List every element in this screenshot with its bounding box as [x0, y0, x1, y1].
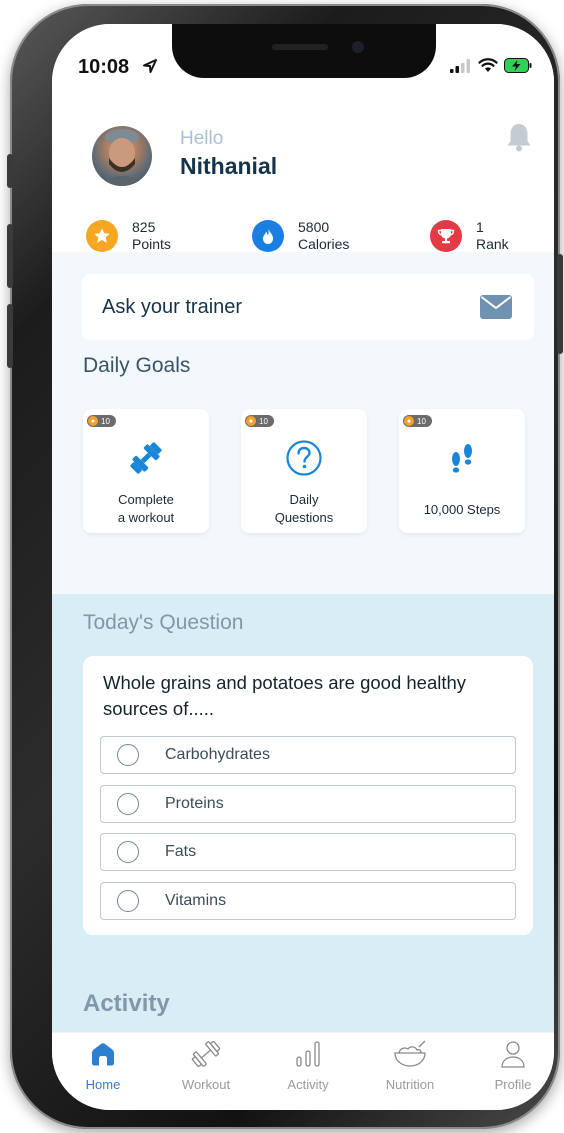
question-icon	[286, 440, 322, 476]
footsteps-icon	[452, 444, 472, 473]
tab-label: Home	[85, 1077, 121, 1092]
trophy-icon	[430, 220, 462, 252]
volume-up-button	[7, 224, 13, 288]
user-name: Nithanial	[180, 153, 278, 179]
tab-nutrition[interactable]: Nutrition	[365, 1039, 455, 1092]
goal-label-line1: 10,000 Steps	[423, 502, 501, 517]
goal-points-badge: ● 10	[245, 415, 274, 427]
rank-value: 1	[476, 219, 484, 235]
goal-label-line2: a workout	[117, 510, 175, 525]
daily-goals-title: Daily Goals	[83, 354, 191, 377]
calories-label: Calories	[298, 236, 350, 252]
goal-label-line1: Daily	[289, 492, 319, 507]
status-icons	[450, 58, 532, 73]
wifi-icon	[478, 58, 498, 72]
volume-down-button	[7, 304, 13, 368]
app-screen: 10:08 Hello Nithanial 825 Points 5800 Ca…	[52, 24, 554, 1110]
tab-workout[interactable]: Workout	[161, 1039, 251, 1092]
front-camera	[352, 41, 364, 53]
radio-icon[interactable]	[117, 793, 139, 815]
answer-label: Fats	[165, 843, 197, 860]
tab-label: Workout	[181, 1077, 231, 1092]
answer-label: Vitamins	[165, 892, 227, 909]
stat-points: 825 Points	[86, 218, 171, 254]
dumbbell-icon	[191, 1040, 221, 1068]
silent-switch	[7, 154, 13, 188]
home-icon	[92, 1043, 114, 1066]
rank-label: Rank	[476, 236, 509, 252]
star-icon	[86, 220, 118, 252]
dumbbell-icon	[130, 442, 162, 474]
cellular-signal-icon	[450, 58, 470, 73]
bowl-icon	[394, 1040, 426, 1067]
phone-frame: 10:08 Hello Nithanial 825 Points 5800 Ca…	[7, 4, 563, 1129]
bar-chart-icon	[296, 1041, 320, 1067]
points-label: Points	[132, 236, 171, 252]
goal-label-line2: Questions	[274, 510, 334, 525]
goal-card-workout[interactable]: ● 10 Complete a workout	[83, 409, 209, 533]
question-text: Whole grains and potatoes are good healt…	[103, 672, 467, 719]
todays-question-title: Today's Question	[83, 611, 244, 634]
goal-points-badge: ● 10	[403, 415, 432, 427]
answer-label: Proteins	[165, 795, 224, 812]
person-icon	[501, 1041, 525, 1068]
tab-label: Activity	[287, 1077, 329, 1092]
calories-value: 5800	[298, 219, 330, 235]
avatar[interactable]	[92, 126, 152, 186]
tab-profile[interactable]: Profile	[468, 1039, 554, 1092]
speaker-grille	[272, 44, 328, 50]
location-arrow-icon	[143, 59, 157, 73]
answer-option-vitamins[interactable]: Vitamins	[100, 882, 516, 920]
radio-icon[interactable]	[117, 841, 139, 863]
ask-trainer-card[interactable]: Ask your trainer	[82, 274, 534, 340]
status-time: 10:08	[78, 56, 130, 78]
profile-header: Hello Nithanial 825 Points 5800 Calories…	[52, 104, 554, 252]
greeting-text: Hello	[180, 128, 224, 149]
avatar-portrait	[100, 129, 144, 186]
activity-section-title: Activity	[83, 990, 170, 1017]
battery-charging-icon	[504, 58, 532, 73]
points-value: 825	[132, 219, 156, 235]
tab-home[interactable]: Home	[58, 1039, 148, 1092]
goal-points-value: 10	[417, 416, 426, 426]
answer-label: Carbohydrates	[165, 746, 270, 763]
tab-label: Profile	[494, 1077, 532, 1092]
todays-question-section: Today's Question Whole grains and potato…	[52, 594, 554, 1034]
goal-label-line1: Complete	[118, 492, 174, 507]
flame-icon	[252, 220, 284, 252]
goal-points-value: 10	[259, 416, 268, 426]
answer-option-proteins[interactable]: Proteins	[100, 785, 516, 823]
bottom-tab-bar: Home Workout Activity Nutrition Profile	[52, 1032, 554, 1110]
radio-icon[interactable]	[117, 744, 139, 766]
device-notch	[172, 24, 436, 78]
ask-trainer-label: Ask your trainer	[102, 295, 243, 318]
goal-card-steps[interactable]: ● 10 10,000 Steps	[399, 409, 525, 533]
stat-calories: 5800 Calories	[252, 218, 349, 254]
tab-activity[interactable]: Activity	[263, 1039, 353, 1092]
goal-points-badge: ● 10	[87, 415, 116, 427]
tab-label: Nutrition	[385, 1077, 435, 1092]
radio-icon[interactable]	[117, 890, 139, 912]
answer-option-carbohydrates[interactable]: Carbohydrates	[100, 736, 516, 774]
stat-rank: 1 Rank	[430, 218, 509, 254]
power-button	[557, 254, 563, 354]
goal-card-questions[interactable]: ● 10 Daily Questions	[241, 409, 367, 533]
bell-icon[interactable]	[506, 122, 532, 152]
answer-option-fats[interactable]: Fats	[100, 833, 516, 871]
goal-points-value: 10	[101, 416, 110, 426]
question-card: Whole grains and potatoes are good healt…	[83, 656, 533, 935]
mail-icon	[480, 295, 512, 319]
